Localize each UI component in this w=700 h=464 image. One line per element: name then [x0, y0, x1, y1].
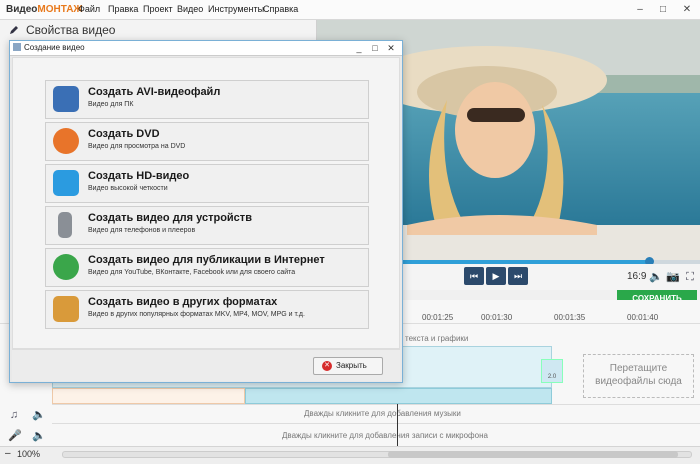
scrollbar-thumb[interactable]	[388, 451, 678, 458]
snapshot-camera-icon[interactable]: 📷	[666, 270, 680, 284]
drop-zone[interactable]: Перетащите видеофайлы сюда	[583, 354, 694, 398]
clip-thumbnail[interactable]: 2.0	[541, 359, 563, 383]
video-clip[interactable]	[52, 388, 245, 404]
aspect-ratio-toggle[interactable]: 16:9	[627, 271, 646, 282]
option-title: Создать видео для устройств	[88, 212, 252, 224]
option-subtitle: Видео для ПК	[88, 101, 134, 108]
time-tick: 00:01:25	[422, 313, 454, 322]
option-subtitle: Видео в других популярных форматах MKV, …	[88, 311, 305, 318]
maximize-button[interactable]: □	[655, 2, 671, 18]
menu-file[interactable]: Файл	[78, 4, 100, 14]
option-title: Создать видео в других форматах	[88, 296, 278, 308]
text-track-hint: текста и графики	[405, 334, 469, 343]
pencil-icon	[10, 26, 18, 34]
menu-project[interactable]: Проект	[143, 4, 173, 14]
menu-video[interactable]: Видео	[177, 4, 203, 14]
next-frame-button[interactable]: ⏭	[508, 267, 528, 285]
fullscreen-icon[interactable]: ⛶	[683, 270, 697, 284]
minimize-button[interactable]: –	[632, 2, 648, 18]
time-tick: 00:01:35	[554, 313, 586, 322]
film-reel-icon	[53, 296, 79, 322]
music-track-hint: Дважды кликните для добавления музыки	[304, 409, 461, 418]
option-subtitle: Видео высокой четкости	[88, 185, 168, 192]
mic-track-hint: Дважды кликните для добавления записи с …	[282, 431, 488, 440]
play-button[interactable]: ▶	[486, 267, 506, 285]
title-bar	[0, 0, 700, 20]
previous-frame-button[interactable]: ⏮	[464, 267, 484, 285]
zoom-out-button[interactable]: –	[5, 448, 11, 459]
volume-icon[interactable]: 🔈	[32, 430, 46, 442]
option-subtitle: Видео для YouTube, ВКонтакте, Facebook и…	[88, 269, 296, 276]
dialog-app-icon	[13, 43, 21, 51]
playhead[interactable]	[397, 404, 398, 446]
app-logo: ВидеоМОНТАЖ	[6, 4, 83, 15]
avi-file-icon	[53, 86, 79, 112]
dialog-minimize-button[interactable]: _	[352, 41, 366, 55]
time-tick: 00:01:40	[627, 313, 659, 322]
dialog-maximize-button[interactable]: □	[368, 41, 382, 55]
dialog-close-icon[interactable]: ✕	[384, 41, 398, 55]
menu-edit[interactable]: Правка	[108, 4, 138, 14]
option-subtitle: Видео для телефонов и плееров	[88, 227, 196, 234]
volume-icon[interactable]: 🔈	[32, 409, 46, 421]
dvd-disc-icon	[53, 128, 79, 154]
time-tick: 00:01:30	[481, 313, 513, 322]
zoom-level: 100%	[17, 449, 41, 459]
option-title: Создать DVD	[88, 128, 160, 140]
option-subtitle: Видео для просмотра на DVD	[88, 143, 186, 150]
close-button-label: Закрыть	[336, 361, 367, 370]
option-title: Создать AVI-видеофайл	[88, 86, 221, 98]
volume-icon[interactable]: 🔈	[649, 270, 663, 284]
hd-monitor-icon	[53, 170, 79, 196]
phone-device-icon	[58, 212, 72, 238]
microphone-icon: 🎤	[8, 430, 22, 442]
properties-title: Свойства видео	[26, 23, 116, 37]
window-close-button[interactable]: ✕	[679, 2, 695, 18]
menu-tools[interactable]: Инструменты	[208, 4, 264, 14]
music-note-icon: ♫	[9, 409, 19, 421]
option-title: Создать HD-видео	[88, 170, 190, 182]
globe-internet-icon	[53, 254, 79, 280]
option-title: Создать видео для публикации в Интернет	[88, 254, 325, 266]
close-icon: ✕	[322, 361, 332, 371]
menu-help[interactable]: Справка	[263, 4, 298, 14]
dialog-title: Создание видео	[24, 43, 85, 52]
video-clip[interactable]	[245, 388, 552, 404]
